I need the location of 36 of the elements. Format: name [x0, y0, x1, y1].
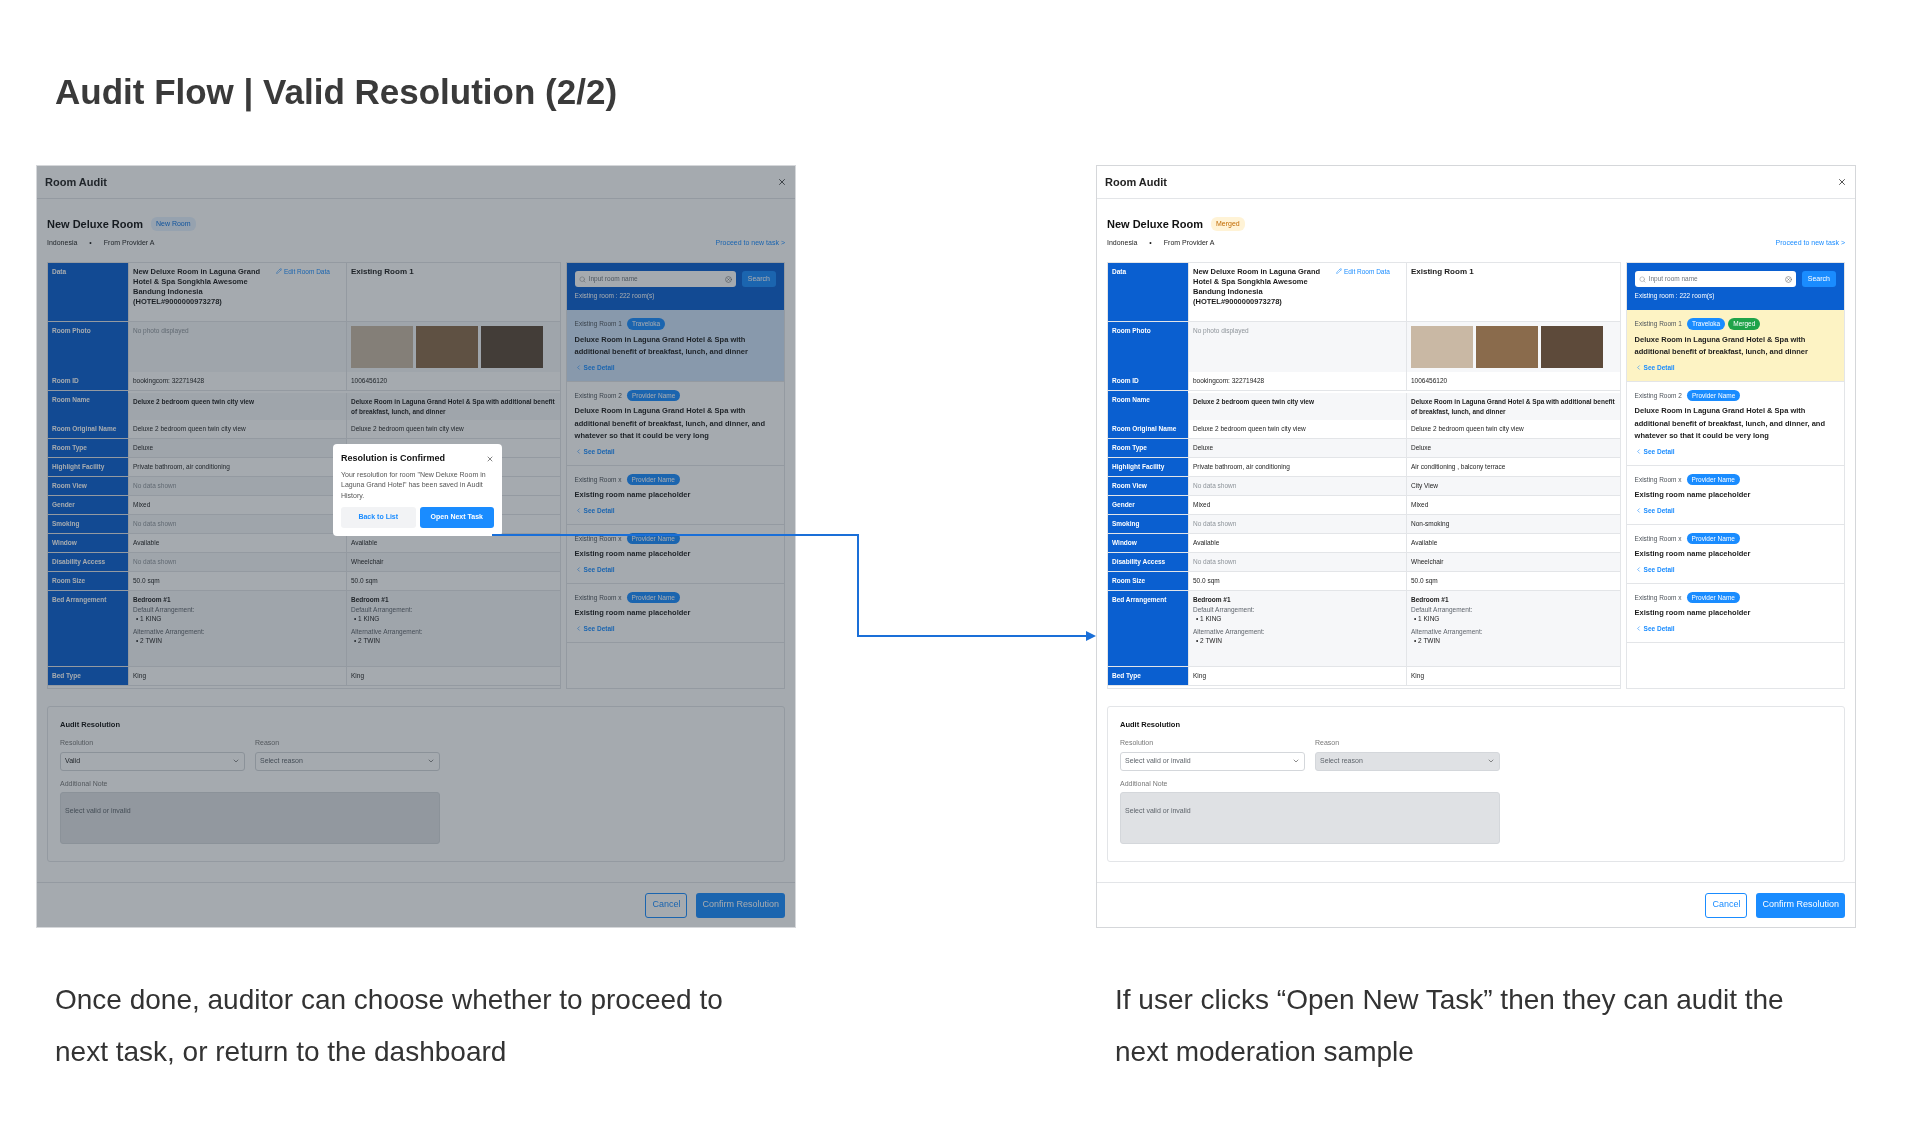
room-title: New Deluxe Room [47, 216, 143, 232]
search-icon [1638, 275, 1646, 283]
photo-placeholder [1476, 326, 1538, 368]
chevron-left-icon [1634, 625, 1642, 633]
photo-placeholder [416, 326, 478, 368]
chevron-left-icon [1634, 507, 1642, 515]
chevron-left-icon [574, 448, 582, 456]
room-title: New Deluxe Room [1107, 216, 1203, 232]
close-icon[interactable] [777, 177, 787, 187]
pencil-icon [1336, 268, 1342, 274]
window-title: Room Audit [1105, 174, 1167, 190]
close-icon[interactable] [486, 454, 494, 463]
cancel-button[interactable]: Cancel [645, 892, 688, 918]
caption-text: Once done, auditor can choose whether to proceed to next task, or return to the dashboard [54, 983, 724, 1069]
chevron-left-icon [574, 364, 582, 372]
close-icon[interactable] [1837, 177, 1847, 187]
chevron-left-icon [1634, 364, 1642, 372]
pencil-icon [276, 268, 282, 274]
clear-icon [1784, 275, 1792, 283]
photo-placeholder [1411, 326, 1473, 368]
chevron-left-icon [1634, 448, 1642, 456]
confirm-resolution-button[interactable]: Confirm Resolution [1756, 892, 1845, 918]
photo-placeholder [1541, 326, 1603, 368]
chevron-left-icon [574, 566, 582, 574]
confirm-resolution-button[interactable]: Confirm Resolution [696, 892, 785, 918]
search-icon [578, 275, 586, 283]
clear-icon [724, 275, 732, 283]
chevron-left-icon [574, 507, 582, 515]
page-title: Audit Flow | Valid Resolution (2/2) [54, 71, 619, 114]
chevron-left-icon [574, 625, 582, 633]
chevron-left-icon [1634, 566, 1642, 574]
caption-text: If user clicks “Open New Task” then they can audit the next moderation sample [1114, 983, 1785, 1069]
cancel-button[interactable]: Cancel [1705, 892, 1748, 918]
window-title: Room Audit [45, 174, 107, 190]
photo-placeholder [351, 326, 413, 368]
photo-placeholder [481, 326, 543, 368]
